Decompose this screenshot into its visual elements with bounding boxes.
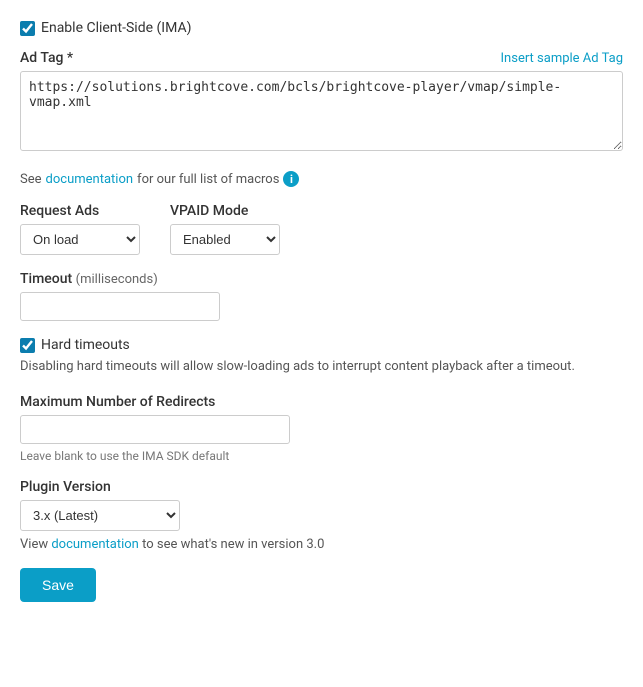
doc-link[interactable]: documentation <box>46 172 134 187</box>
plugin-version-section: Plugin Version 3.x (Latest) 2.x 1.x View… <box>20 479 623 552</box>
request-ads-label: Request Ads <box>20 203 140 219</box>
hard-timeouts-checkbox[interactable] <box>20 338 35 353</box>
plugin-doc-link[interactable]: documentation <box>51 537 139 552</box>
hard-timeouts-row: Hard timeouts <box>20 337 623 353</box>
hard-timeouts-description: Disabling hard timeouts will allow slow-… <box>20 359 623 374</box>
enable-client-side-checkbox[interactable] <box>20 21 35 36</box>
timeout-label: Timeout (milliseconds) <box>20 271 623 287</box>
ad-tag-label: Ad Tag * <box>20 50 73 66</box>
request-vpaid-row: Request Ads On load On play On demand VP… <box>20 203 623 255</box>
enable-client-side-text: Enable Client-Side (IMA) <box>41 20 191 36</box>
max-redirects-note: Leave blank to use the IMA SDK default <box>20 449 623 463</box>
ad-tag-input[interactable]: https://solutions.brightcove.com/bcls/br… <box>20 71 623 151</box>
required-star: * <box>67 50 73 66</box>
doc-note-suffix: for our full list of macros <box>137 172 279 187</box>
hard-timeouts-label: Hard timeouts <box>41 337 130 353</box>
plugin-note-suffix: to see what's new in version 3.0 <box>142 537 324 552</box>
doc-note-prefix: See <box>20 172 42 187</box>
save-button[interactable]: Save <box>20 568 96 602</box>
plugin-version-label: Plugin Version <box>20 479 623 495</box>
vpaid-mode-label: VPAID Mode <box>170 203 280 219</box>
timeout-unit: (milliseconds) <box>76 272 158 287</box>
plugin-version-note: View documentation to see what's new in … <box>20 537 623 552</box>
timeout-group: Timeout (milliseconds) 4000 <box>20 271 623 321</box>
request-ads-group: Request Ads On load On play On demand <box>20 203 140 255</box>
ad-tag-section: Ad Tag * Insert sample Ad Tag https://so… <box>20 50 623 155</box>
doc-note: See documentation for our full list of m… <box>20 171 623 187</box>
max-redirects-section: Maximum Number of Redirects Leave blank … <box>20 394 623 463</box>
timeout-input[interactable]: 4000 <box>20 292 220 321</box>
request-ads-select[interactable]: On load On play On demand <box>20 224 140 255</box>
insert-sample-ad-tag-link[interactable]: Insert sample Ad Tag <box>501 51 623 66</box>
plugin-note-prefix: View <box>20 537 51 552</box>
ad-tag-header: Ad Tag * Insert sample Ad Tag <box>20 50 623 66</box>
vpaid-mode-select[interactable]: Enabled Disabled Insecure <box>170 224 280 255</box>
hard-timeouts-section: Hard timeouts Disabling hard timeouts wi… <box>20 337 623 374</box>
enable-client-side-row: Enable Client-Side (IMA) <box>20 20 623 36</box>
enable-client-side-label[interactable]: Enable Client-Side (IMA) <box>20 20 191 36</box>
max-redirects-label: Maximum Number of Redirects <box>20 394 623 410</box>
plugin-version-select[interactable]: 3.x (Latest) 2.x 1.x <box>20 500 180 531</box>
save-section: Save <box>20 568 623 602</box>
info-icon[interactable]: i <box>283 171 299 187</box>
max-redirects-input[interactable] <box>20 415 290 444</box>
vpaid-mode-group: VPAID Mode Enabled Disabled Insecure <box>170 203 280 255</box>
